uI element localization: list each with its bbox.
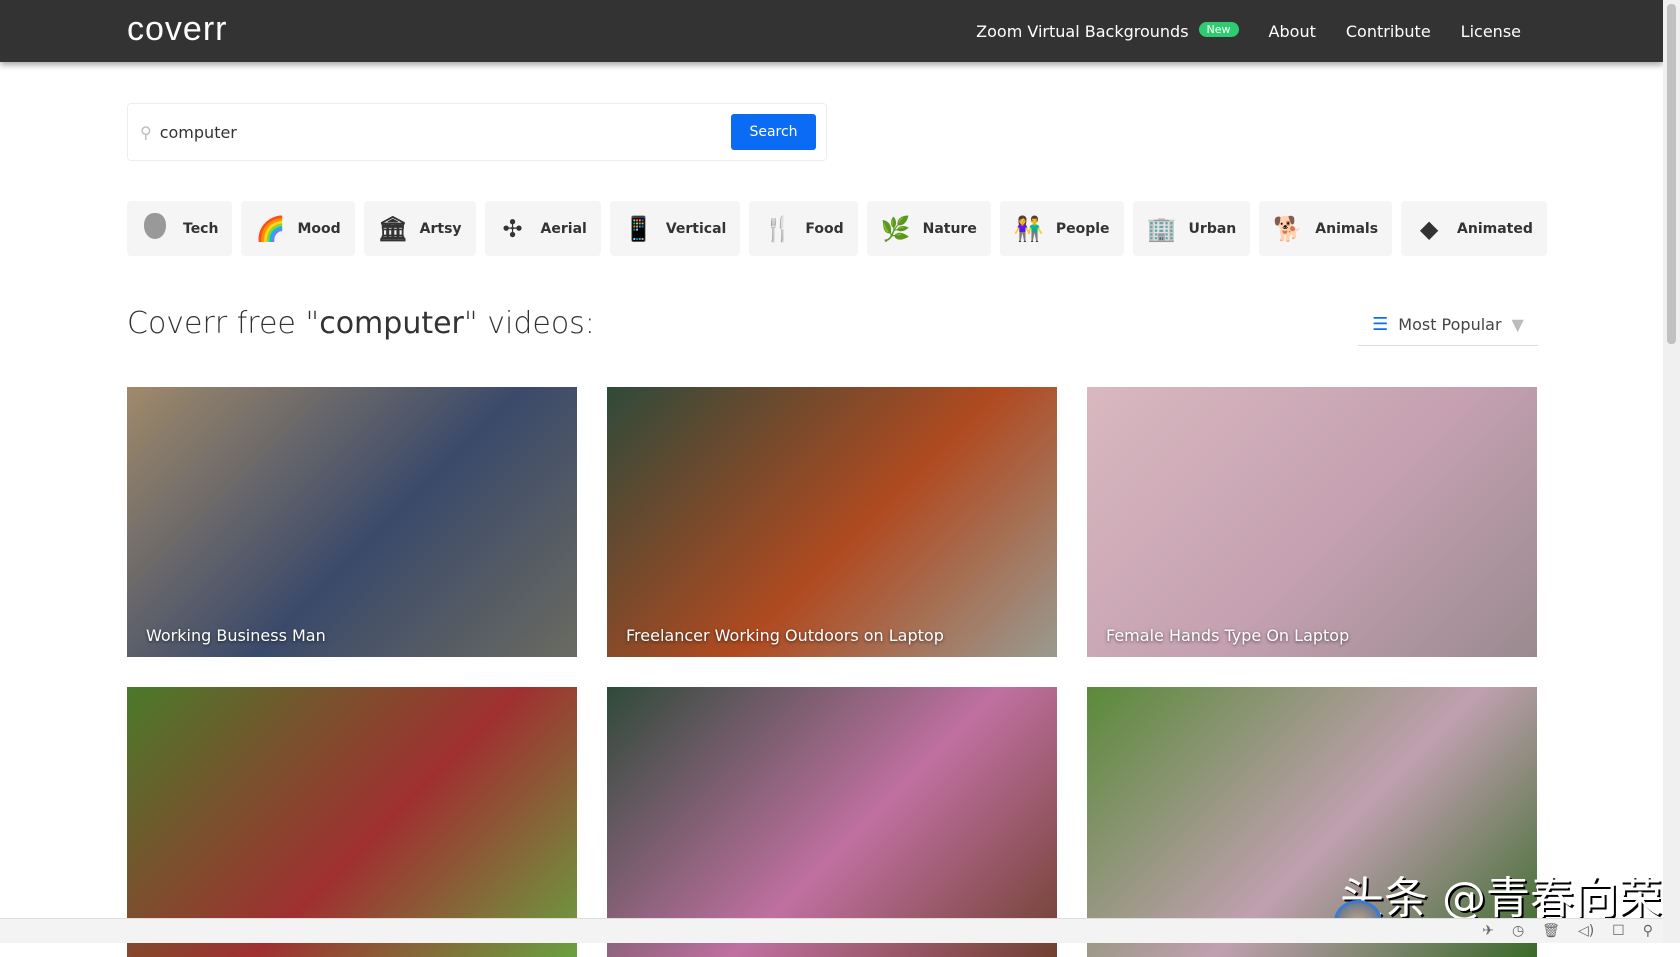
search-bar: ⚲ Search — [127, 103, 827, 161]
video-title: Female Hands Type On Laptop — [1106, 626, 1350, 645]
category-label: Aerial — [540, 220, 587, 237]
taskbar: ✈ ◷ 🗑 ◁) ☐ ⚲ — [0, 918, 1663, 943]
search-button[interactable]: Search — [731, 114, 816, 150]
category-label: Artsy — [419, 220, 462, 237]
nav-zoom-backgrounds[interactable]: Zoom Virtual Backgrounds New — [976, 21, 1239, 41]
category-label: Urban — [1188, 220, 1237, 237]
video-card[interactable] — [127, 687, 577, 957]
category-tech[interactable]: Tech — [127, 201, 233, 256]
search-icon[interactable]: ⚲ — [1643, 923, 1653, 939]
category-label: Vertical — [665, 220, 727, 237]
nav-menu: Zoom Virtual Backgrounds New About Contri… — [976, 0, 1521, 62]
category-nature[interactable]: 🌿 Nature — [866, 201, 991, 256]
pin-icon[interactable]: ✈ — [1482, 923, 1494, 939]
video-title: Freelancer Working Outdoors on Laptop — [626, 626, 944, 645]
category-icon — [141, 212, 169, 245]
new-badge: New — [1198, 21, 1239, 37]
category-icon: 👫 — [1013, 214, 1044, 243]
category-icon: 🏢 — [1146, 214, 1177, 243]
category-label: Animals — [1315, 220, 1379, 237]
video-card[interactable] — [607, 687, 1057, 957]
category-icon: 🌈 — [255, 214, 286, 243]
category-mood[interactable]: 🌈 Mood — [241, 201, 355, 256]
category-label: Nature — [922, 220, 977, 237]
nav-contribute[interactable]: Contribute — [1346, 22, 1431, 41]
category-urban[interactable]: 🏢 Urban — [1132, 201, 1251, 256]
window-icon[interactable]: ☐ — [1612, 923, 1625, 939]
search-input[interactable] — [159, 122, 731, 142]
nav-license[interactable]: License — [1461, 22, 1521, 41]
title-term: computer — [319, 306, 464, 341]
nav-label: Zoom Virtual Backgrounds — [976, 21, 1189, 41]
category-label: People — [1055, 220, 1110, 237]
category-icon: 🏛 — [377, 214, 409, 243]
category-icon: ✣ — [502, 214, 523, 243]
page-title: Coverr free "computer" videos: — [127, 306, 595, 341]
category-artsy[interactable]: 🏛 Artsy — [363, 201, 476, 256]
sort-dropdown[interactable]: ☰ Most Popular ▼ — [1358, 303, 1538, 346]
video-title: Working Business Man — [146, 626, 326, 645]
category-list: Tech 🌈 Mood 🏛 Artsy ✣ Aerial 📱 Vertical 🍴 Food 🌿 Nat… — [127, 201, 1547, 256]
category-people[interactable]: 👫 People — [999, 201, 1124, 256]
scrollbar-thumb[interactable] — [1667, 4, 1676, 344]
trash-icon[interactable]: 🗑 — [1542, 923, 1560, 939]
clock-icon[interactable]: ◷ — [1512, 923, 1524, 939]
category-icon: 📱 — [623, 214, 654, 243]
scrollbar[interactable] — [1663, 0, 1680, 943]
category-aerial[interactable]: ✣ Aerial — [484, 201, 601, 256]
video-card[interactable]: Freelancer Working Outdoors on Laptop — [607, 387, 1057, 657]
caret-down-icon: ▼ — [1511, 314, 1524, 334]
category-icon: 🍴 — [763, 214, 794, 243]
category-label: Food — [805, 220, 844, 237]
category-label: Animated — [1457, 220, 1533, 237]
category-vertical[interactable]: 📱 Vertical — [609, 201, 741, 256]
search-icon: ⚲ — [140, 122, 152, 142]
sort-icon: ☰ — [1372, 313, 1389, 335]
title-prefix: Coverr free " — [127, 306, 320, 341]
video-card[interactable]: Female Hands Type On Laptop — [1087, 387, 1537, 657]
category-label: Tech — [183, 220, 219, 237]
nav-about[interactable]: About — [1269, 22, 1316, 41]
category-icon: 🐕 — [1273, 214, 1304, 243]
sort-label: Most Popular — [1398, 314, 1502, 334]
category-food[interactable]: 🍴 Food — [749, 201, 858, 256]
category-animated[interactable]: ◆ Animated — [1401, 201, 1547, 256]
video-grid: Working Business Man Freelancer Working O… — [127, 387, 1537, 957]
category-animals[interactable]: 🐕 Animals — [1259, 201, 1393, 256]
video-card[interactable]: Working Business Man — [127, 387, 577, 657]
category-icon: 🌿 — [880, 214, 911, 243]
speaker-icon[interactable]: ◁) — [1578, 923, 1594, 939]
top-navbar: coverr Zoom Virtual Backgrounds New About… — [0, 0, 1663, 62]
watermark: 头条 @青春向荣 — [1340, 873, 1662, 924]
category-icon: ◆ — [1419, 214, 1439, 243]
category-label: Mood — [297, 220, 341, 237]
coverr-logo[interactable]: coverr — [127, 10, 227, 49]
title-suffix: " videos: — [463, 306, 595, 341]
